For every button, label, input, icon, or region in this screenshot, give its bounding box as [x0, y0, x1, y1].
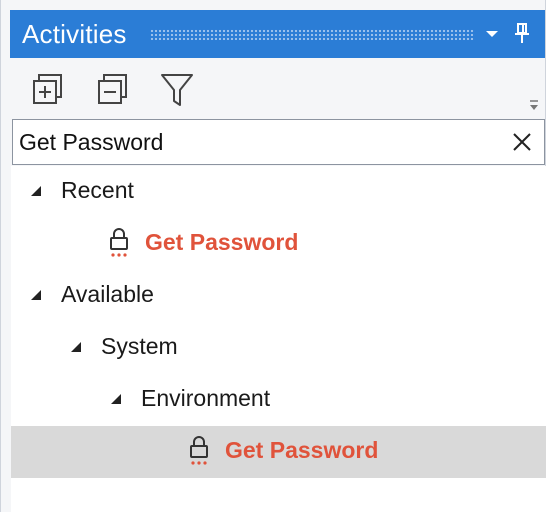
tree-node-environment[interactable]: Environment [11, 374, 546, 426]
search-box [12, 119, 545, 165]
toolbar-overflow-button[interactable] [527, 98, 541, 112]
title-bar-grip[interactable] [150, 29, 475, 40]
panel-title-bar[interactable]: Activities [10, 10, 545, 58]
activities-tree: Recent Get Password Available System Env… [11, 166, 546, 512]
tree-node-label: Recent [61, 177, 134, 203]
tree-node-label: Environment [141, 385, 271, 411]
tree-node-label: System [101, 333, 178, 359]
search-input[interactable] [19, 126, 499, 158]
expand-all-button[interactable] [30, 72, 66, 108]
collapse-all-icon [98, 74, 127, 104]
filter-icon [161, 74, 193, 106]
expand-all-icon [33, 74, 62, 104]
overflow-chevron-icon [530, 100, 538, 110]
lock-icon [108, 226, 130, 258]
collapse-all-button[interactable] [95, 72, 131, 108]
tree-node-recent[interactable]: Recent [11, 166, 546, 218]
tree-node-available[interactable]: Available [11, 270, 546, 322]
toolbar [13, 60, 543, 116]
close-icon [513, 133, 531, 151]
tree-node-system[interactable]: System [11, 322, 546, 374]
lock-icon [188, 434, 210, 466]
panel-title: Activities [22, 18, 127, 49]
pin-icon [515, 23, 529, 43]
pin-button[interactable] [511, 22, 533, 46]
filter-button[interactable] [159, 72, 195, 108]
tree-item-get-password-environment[interactable]: Get Password [11, 426, 546, 478]
activity-label: Get Password [145, 229, 299, 255]
tree-node-label: Available [61, 281, 154, 307]
activities-panel: Activities Get Password Recent Get Passw… [0, 0, 546, 512]
chevron-down-icon [486, 31, 498, 37]
clear-search-button[interactable] [510, 130, 534, 154]
activity-label: Get Password [225, 437, 379, 463]
tree-item-get-password-recent[interactable]: Get Password [11, 218, 546, 270]
panel-dropdown-button[interactable] [481, 22, 503, 46]
